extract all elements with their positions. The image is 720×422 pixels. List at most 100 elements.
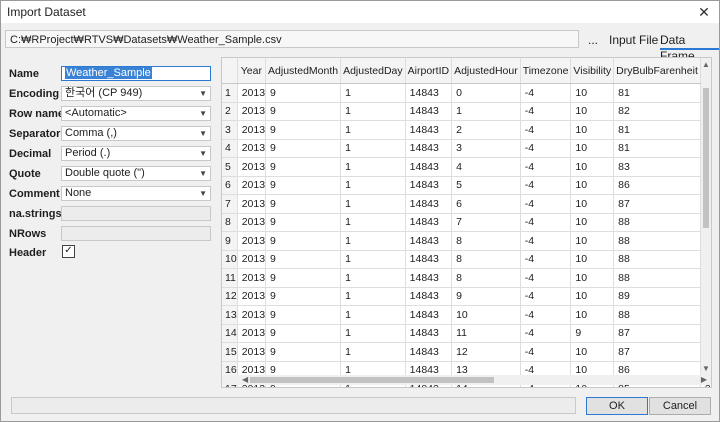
nrows-input[interactable]: [61, 226, 211, 241]
column-header[interactable]: AdjustedDay: [340, 58, 406, 84]
ok-button[interactable]: OK: [586, 397, 648, 415]
table-cell: 1: [340, 324, 406, 343]
scroll-down-icon[interactable]: ▼: [702, 364, 710, 373]
column-header[interactable]: DryBulbFarenheit: [613, 58, 701, 84]
column-header[interactable]: [222, 58, 238, 84]
table-cell: 81: [613, 120, 701, 140]
table-cell: 1: [340, 250, 406, 269]
table-row: 142013911484311-498730.6: [222, 324, 711, 343]
tab-data-frame[interactable]: Data Frame: [660, 32, 719, 63]
separator-select[interactable]: Comma (,) ▼: [61, 126, 211, 141]
na-strings-label: na.strings: [9, 208, 62, 220]
table-cell: 9: [265, 324, 342, 343]
table-cell: 10: [570, 342, 615, 362]
comment-value: None: [65, 187, 92, 199]
table-row: 12201391148439-4108931.7: [222, 287, 711, 306]
column-header[interactable]: AdjustedMonth: [265, 58, 342, 84]
scroll-right-icon[interactable]: ▶: [701, 375, 707, 384]
table-cell: 4: [451, 157, 521, 177]
column-header[interactable]: AirportID: [405, 58, 453, 84]
table-cell: 14843: [405, 342, 453, 362]
table-cell: 9: [265, 157, 342, 177]
table-cell: 2013: [237, 268, 267, 288]
scroll-left-icon[interactable]: ◀: [242, 375, 248, 384]
name-input[interactable]: Weather_Sample: [61, 66, 211, 81]
horizontal-scrollbar[interactable]: ◀ ▶: [222, 375, 711, 385]
row-names-select[interactable]: <Automatic> ▼: [61, 106, 211, 121]
table-cell: 1: [340, 213, 406, 232]
row-number: 10: [222, 250, 238, 269]
row-number: 8: [222, 213, 238, 232]
table-cell: 2013: [237, 250, 267, 269]
column-header[interactable]: Timezone: [520, 58, 572, 84]
table-cell: 8: [451, 268, 521, 288]
table-row: 5201391148434-4108328.3: [222, 157, 711, 177]
table-cell: 89: [613, 287, 701, 306]
table-cell: 7: [451, 213, 521, 232]
column-header[interactable]: Visibility: [570, 58, 615, 84]
row-number: 15: [222, 342, 238, 362]
chevron-down-icon: ▼: [199, 109, 207, 118]
table-row: 11201391148438-4108831.1: [222, 268, 711, 288]
table-cell: 14843: [405, 102, 453, 121]
nrows-label: NRows: [9, 228, 47, 240]
table-cell: 2013: [237, 120, 267, 140]
table-cell: 10: [570, 231, 615, 251]
table-cell: -4: [520, 231, 572, 251]
vertical-scroll-thumb[interactable]: [703, 88, 709, 228]
table-cell: -4: [520, 139, 572, 158]
name-value: Weather_Sample: [65, 67, 152, 79]
table-cell: 14843: [405, 213, 453, 232]
file-path-field[interactable]: C:₩RProject₩RTVS₩Datasets₩Weather_Sample…: [5, 30, 579, 48]
status-box: [11, 397, 576, 414]
row-names-value: <Automatic>: [65, 107, 127, 119]
header-label: Header: [9, 247, 47, 259]
na-strings-input[interactable]: [61, 206, 211, 221]
header-checkbox[interactable]: ✓: [62, 245, 75, 258]
decimal-select[interactable]: Period (.) ▼: [61, 146, 211, 161]
scroll-up-icon[interactable]: ▲: [702, 60, 710, 69]
name-label: Name: [9, 68, 39, 80]
quote-select[interactable]: Double quote (") ▼: [61, 166, 211, 181]
table-cell: 2013: [237, 194, 267, 214]
table-cell: 1: [340, 176, 406, 195]
column-header[interactable]: AdjustedHour: [451, 58, 521, 84]
quote-value: Double quote ("): [65, 167, 145, 179]
column-header[interactable]: Year: [237, 58, 267, 84]
table-cell: 9: [265, 213, 342, 232]
separator-label: Separator: [9, 128, 61, 140]
table-cell: 87: [613, 324, 701, 343]
encoding-select[interactable]: 한국어 (CP 949) ▼: [61, 86, 211, 101]
table-cell: 10: [570, 250, 615, 269]
table-cell: 10: [570, 287, 615, 306]
table-cell: 88: [613, 250, 701, 269]
table-cell: 8: [451, 231, 521, 251]
table-cell: 83: [613, 157, 701, 177]
chevron-down-icon: ▼: [199, 169, 207, 178]
table-cell: 14843: [405, 120, 453, 140]
vertical-scrollbar[interactable]: ▲ ▼: [701, 58, 711, 375]
table-cell: 9: [265, 305, 342, 325]
table-row: 2201391148431-4108227.8: [222, 102, 711, 121]
browse-button[interactable]: ...: [586, 32, 600, 48]
table-cell: 2013: [237, 102, 267, 121]
import-dataset-dialog: Import Dataset ✕ C:₩RProject₩RTVS₩Datase…: [0, 0, 720, 422]
table-cell: -4: [520, 213, 572, 232]
close-icon[interactable]: ✕: [695, 3, 713, 21]
table-cell: 10: [570, 120, 615, 140]
comment-select[interactable]: None ▼: [61, 186, 211, 201]
table-cell: 9: [570, 324, 615, 343]
table-cell: 87: [613, 342, 701, 362]
cancel-button[interactable]: Cancel: [649, 397, 711, 415]
table-cell: -4: [520, 250, 572, 269]
horizontal-scroll-thumb[interactable]: [250, 377, 494, 383]
row-number: 12: [222, 287, 238, 306]
table-cell: 14843: [405, 250, 453, 269]
table-cell: -4: [520, 287, 572, 306]
tab-input-file[interactable]: Input File: [609, 32, 658, 48]
table-cell: -4: [520, 342, 572, 362]
table-cell: -4: [520, 102, 572, 121]
encoding-value: 한국어 (CP 949): [65, 87, 143, 99]
table-cell: 10: [570, 305, 615, 325]
table-cell: -4: [520, 305, 572, 325]
